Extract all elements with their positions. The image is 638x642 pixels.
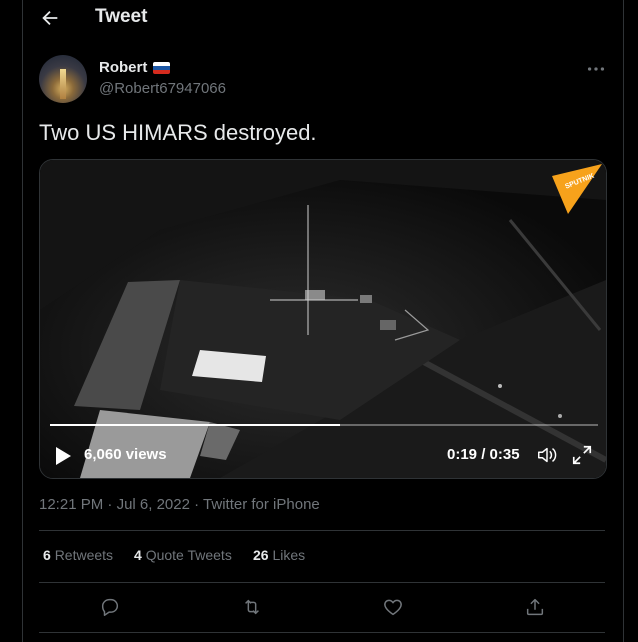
video-time: 0:19 / 0:35 xyxy=(447,446,520,463)
header: Tweet xyxy=(23,0,623,36)
retweets-label: Retweets xyxy=(54,547,114,563)
tweet-detail-column: Tweet Robert @Robert67947066 Two US HIMA… xyxy=(22,0,624,642)
retweets-count: 6 xyxy=(43,547,51,563)
like-icon[interactable] xyxy=(382,596,404,618)
retweets-stat[interactable]: 6 Retweets xyxy=(43,547,113,563)
sputnik-logo: SPUTNIK xyxy=(552,164,602,214)
tweet-source[interactable]: Twitter for iPhone xyxy=(203,496,320,513)
view-count: 6,060 views xyxy=(84,446,167,463)
display-name[interactable]: Robert xyxy=(99,59,147,76)
tweet-text: Two US HIMARS destroyed. xyxy=(39,120,317,145)
reply-icon[interactable] xyxy=(99,596,121,618)
tweet-time[interactable]: 12:21 PM xyxy=(39,496,103,513)
avatar[interactable] xyxy=(39,55,87,103)
divider xyxy=(39,530,605,531)
more-horizontal-icon[interactable] xyxy=(585,58,607,80)
likes-count: 26 xyxy=(253,547,269,563)
quote-tweets-label: Quote Tweets xyxy=(145,547,232,563)
likes-label: Likes xyxy=(272,547,306,563)
share-icon[interactable] xyxy=(524,596,546,618)
retweet-icon[interactable] xyxy=(241,596,263,618)
video-frame xyxy=(40,160,606,478)
tweet-date[interactable]: Jul 6, 2022 xyxy=(117,496,190,513)
volume-icon[interactable] xyxy=(536,444,558,466)
fullscreen-icon[interactable] xyxy=(571,444,593,466)
likes-stat[interactable]: 26 Likes xyxy=(253,547,305,563)
divider xyxy=(39,632,605,633)
tweet-meta: 12:21 PM · Jul 6, 2022 · Twitter for iPh… xyxy=(39,496,320,513)
quote-tweets-count: 4 xyxy=(134,547,142,563)
video-progress-fill xyxy=(50,424,341,426)
user-handle[interactable]: @Robert67947066 xyxy=(99,80,226,97)
video-progress-bar[interactable] xyxy=(50,424,598,426)
play-icon[interactable] xyxy=(54,446,72,466)
divider xyxy=(39,582,605,583)
page-title: Tweet xyxy=(95,6,148,27)
quote-tweets-stat[interactable]: 4 Quote Tweets xyxy=(134,547,232,563)
arrow-left-icon[interactable] xyxy=(39,7,61,29)
russia-flag-icon xyxy=(153,62,170,74)
video-player[interactable]: SPUTNIK 6,060 views 0:19 / 0:35 xyxy=(39,159,607,479)
